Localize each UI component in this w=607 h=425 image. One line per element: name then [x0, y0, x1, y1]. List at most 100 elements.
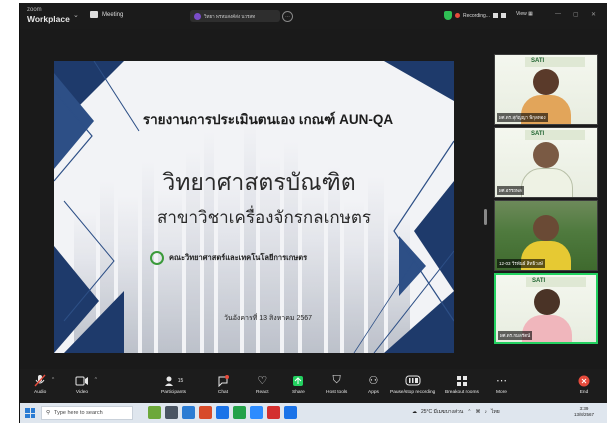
- zoom-logo: zoom Workplace: [27, 6, 70, 24]
- close-icon[interactable]: ✕: [591, 11, 596, 18]
- more-icon: ⋯: [496, 375, 507, 387]
- maximize-icon[interactable]: ▢: [573, 11, 579, 18]
- store-icon[interactable]: [199, 406, 212, 419]
- tray-chevron-icon[interactable]: ⌃: [467, 409, 471, 415]
- video-tile-active-speaker[interactable]: SATI ผศ.ดร.กมลรัตน์: [494, 273, 598, 344]
- input-language[interactable]: ไทย: [491, 408, 500, 416]
- taskbar-search-input[interactable]: ⚲ Type here to search: [41, 406, 133, 420]
- participant-name: ผศ.ดร.กมลรัตน์: [498, 331, 533, 340]
- title-bar: zoom Workplace ⌄ Meeting วิทยา พรหมสงค์ส…: [20, 3, 607, 29]
- chrome-icon[interactable]: [216, 406, 229, 419]
- panel-resize-handle[interactable]: [484, 209, 487, 225]
- task-view-icon[interactable]: [165, 406, 178, 419]
- sati-banner: SATI: [525, 130, 585, 140]
- end-meeting-button[interactable]: End: [578, 373, 590, 395]
- participant-name: ผศ.ดร.สุกัญญา พิกุลทอง: [497, 113, 548, 122]
- video-label: Video: [75, 390, 89, 395]
- more-button[interactable]: ⋯ More: [496, 373, 507, 395]
- file-explorer-icon[interactable]: [182, 406, 195, 419]
- video-button[interactable]: Video ^: [75, 373, 97, 395]
- stop-icon[interactable]: [500, 13, 506, 18]
- view-button[interactable]: View ▦: [516, 11, 533, 17]
- more-options-icon[interactable]: …: [282, 11, 293, 22]
- search-placeholder: Type here to search: [54, 410, 103, 416]
- react-label: React: [256, 390, 269, 395]
- slide-subtitle: สาขาวิชาเครื่องจักรกลเกษตร: [156, 208, 372, 227]
- slide-date: วันอังคารที่ 13 สิงหาคม 2567: [224, 315, 313, 322]
- breakout-rooms-label: Breakout rooms: [445, 390, 479, 395]
- end-label: End: [579, 390, 589, 395]
- faculty-logo-icon: [150, 251, 164, 265]
- breakout-rooms-button[interactable]: Breakout rooms: [445, 373, 479, 395]
- windows-taskbar: ⚲ Type here to search ☁ 25°C มีเมฆบางส่ว…: [20, 403, 607, 423]
- shield-icon: [444, 11, 452, 20]
- shared-screen-slide: รายงานการประเมินตนเอง เกณฑ์ AUN-QA วิทยา…: [54, 61, 454, 353]
- participant-avatar: [533, 215, 559, 241]
- chat-button[interactable]: Chat: [217, 373, 229, 395]
- line-app-icon[interactable]: [233, 406, 246, 419]
- heart-icon: ♡: [257, 375, 268, 387]
- record-dot-icon: [455, 13, 460, 18]
- audio-button[interactable]: Audio ^: [34, 373, 54, 395]
- zoom-app-icon[interactable]: [250, 406, 263, 419]
- windows-start-icon[interactable]: [25, 408, 35, 418]
- more-label: More: [496, 390, 507, 395]
- clock-date: 13/8/2567: [574, 412, 595, 417]
- pause-stop-recording-label: Pause/stop recording: [390, 390, 436, 395]
- participants-button[interactable]: 15 Participants: [161, 373, 186, 395]
- weather-icon: ☁: [412, 409, 417, 415]
- pdf-app-icon[interactable]: [267, 406, 280, 419]
- recording-indicator[interactable]: Recording...: [444, 11, 506, 20]
- video-tile[interactable]: SATI ผศ.อรรถพล: [494, 127, 598, 198]
- system-tray: ☁ 25°C มีเมฆบางส่วน ⌃ ⌘ ♪ ไทย: [412, 408, 500, 416]
- participant-avatar: [533, 142, 559, 168]
- share-label: Share: [292, 390, 305, 395]
- faculty-line: คณะวิทยาศาสตร์และเทคโนโลยีการเกษตร: [150, 251, 307, 265]
- zoom-window: zoom Workplace ⌄ Meeting วิทยา พรหมสงค์ส…: [19, 3, 607, 423]
- slide-title: วิทยาศาสตรบัณฑิต: [162, 169, 356, 195]
- sati-logo-text: SATI: [531, 131, 545, 137]
- apps-label: Apps: [368, 390, 379, 395]
- sati-logo-text: SATI: [531, 58, 545, 64]
- host-tools-label: Host tools: [326, 390, 348, 395]
- recording-label: Recording...: [463, 12, 490, 19]
- host-tools-button[interactable]: ⛉ Host tools: [326, 373, 347, 395]
- weather-widget-icon[interactable]: [148, 406, 161, 419]
- share-screen-icon: [292, 373, 304, 388]
- volume-icon[interactable]: ♪: [484, 409, 487, 415]
- workplace-logo-text: Workplace: [27, 14, 70, 24]
- meeting-toolbar: Audio ^ Video ^ 15 Participants Chat ♡ R…: [20, 369, 607, 403]
- share-button[interactable]: Share: [292, 373, 305, 395]
- network-icon[interactable]: ⌘: [475, 409, 480, 415]
- minimize-icon[interactable]: —: [555, 11, 561, 17]
- video-camera-icon: [75, 373, 89, 388]
- sati-logo-text: SATI: [532, 278, 546, 284]
- meeting-title: วิทยา พรหมสงค์ส่ง นวรสท: [204, 13, 256, 19]
- participants-icon: 15: [164, 373, 183, 388]
- chevron-up-icon[interactable]: ^: [95, 377, 97, 383]
- weather-text: 25°C มีเมฆบางส่วน: [421, 409, 464, 415]
- video-tile[interactable]: SATI ผศ.ดร.สุกัญญา พิกุลทอง: [494, 54, 598, 125]
- breakout-rooms-icon: [456, 373, 468, 388]
- shield-icon: ⛉: [332, 374, 341, 386]
- taskbar-apps: [148, 406, 297, 419]
- chevron-up-icon[interactable]: ^: [52, 377, 54, 383]
- meeting-menu-button[interactable]: Meeting: [90, 11, 123, 18]
- meeting-title-pill[interactable]: วิทยา พรหมสงค์ส่ง นวรสท: [190, 10, 280, 22]
- browser-icon[interactable]: [284, 406, 297, 419]
- apps-button[interactable]: ⚇ Apps: [368, 373, 379, 395]
- chevron-down-icon[interactable]: ⌄: [73, 11, 79, 19]
- view-label: View: [516, 11, 527, 17]
- pause-icon[interactable]: [492, 13, 498, 18]
- video-tile[interactable]: 12-03 วีรพันธ์ สิทธิวงษ์: [494, 200, 598, 271]
- react-button[interactable]: ♡ React: [256, 373, 269, 395]
- taskbar-clock[interactable]: 3:39 13/8/2567: [574, 406, 594, 418]
- audio-label: Audio: [34, 390, 47, 395]
- pause-stop-recording-button[interactable]: Pause/stop recording: [390, 373, 435, 395]
- apps-icon: ⚇: [368, 375, 379, 387]
- end-meeting-icon: [578, 373, 590, 388]
- meeting-icon: [90, 11, 98, 18]
- participants-label: Participants: [161, 390, 187, 395]
- search-icon: ⚲: [46, 410, 51, 416]
- participant-avatar: [534, 289, 560, 315]
